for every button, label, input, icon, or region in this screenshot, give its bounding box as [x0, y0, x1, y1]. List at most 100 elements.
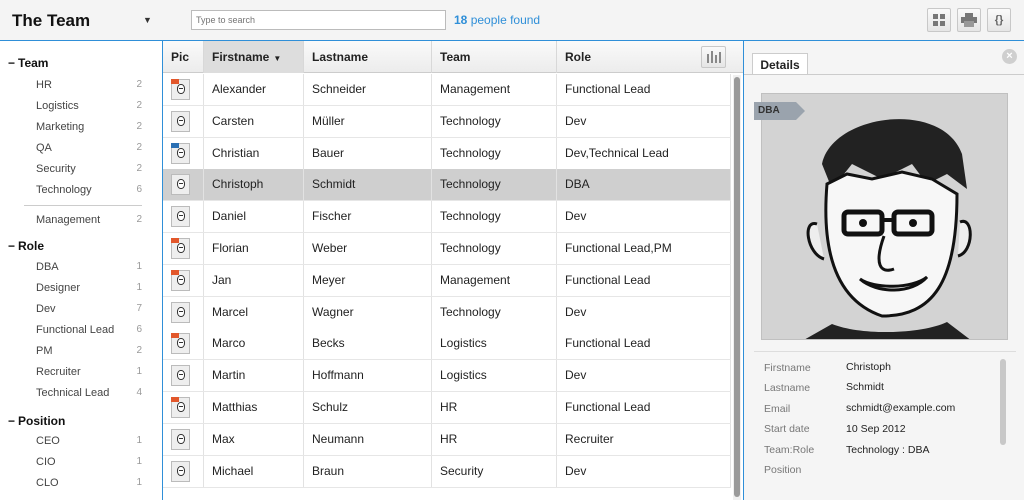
sidebar-item-qa[interactable]: QA 2: [36, 142, 146, 154]
cell-pic: [163, 392, 204, 423]
cell-team: Management: [432, 74, 557, 105]
details-scrollbar[interactable]: [1000, 359, 1006, 445]
table-row[interactable]: Christian Bauer Technology Dev,Technical Le…: [163, 137, 731, 170]
sidebar-item-marketing[interactable]: Marketing 2: [36, 121, 146, 133]
cell-firstname: Matthias: [204, 392, 304, 423]
sidebar-divider: [24, 205, 142, 206]
table-row[interactable]: Max Neumann HR Recruiter: [163, 423, 731, 456]
details-divider: [754, 351, 1016, 352]
table-row[interactable]: Daniel Fischer Technology Dev: [163, 201, 731, 234]
details-tab-divider: [744, 74, 1024, 75]
results-count: 18 people found: [454, 13, 540, 27]
table-row[interactable]: Michael Braun Security Dev: [163, 455, 731, 488]
cell-team: Technology: [432, 233, 557, 264]
cell-role: Dev: [557, 105, 731, 137]
table-row[interactable]: Carsten Müller Technology Dev: [163, 105, 731, 138]
table-row[interactable]: Florian Weber Technology Functional Lead,PM: [163, 233, 731, 265]
sidebar-item-clo[interactable]: CLO 1: [36, 477, 146, 489]
cell-role: Recruiter: [557, 423, 731, 455]
table-row[interactable]: Matthias Schulz HR Functional Lead: [163, 392, 731, 424]
details-panel: Details × DBA Firstname Christoph Lastna…: [743, 41, 1024, 500]
sidebar-item-security[interactable]: Security 2: [36, 163, 146, 175]
sidebar-item-management[interactable]: Management 2: [36, 214, 146, 226]
field-value-team-role: Technology : DBA: [846, 444, 930, 456]
close-icon[interactable]: ×: [1002, 49, 1017, 64]
sidebar-item-functional-lead[interactable]: Functional Lead 6: [36, 324, 146, 336]
cell-role: Functional Lead: [557, 74, 731, 105]
table-scrollbar-thumb[interactable]: [734, 77, 740, 497]
sidebar-section-position[interactable]: − Position: [8, 414, 65, 428]
sidebar-item-technology[interactable]: Technology 6: [36, 184, 146, 196]
table-row[interactable]: Christoph Schmidt Technology DBA: [163, 169, 731, 202]
column-header-lastname[interactable]: Lastname: [304, 41, 432, 73]
cell-lastname: Hoffmann: [304, 360, 432, 392]
cell-lastname: Müller: [304, 105, 432, 137]
cell-role: Dev: [557, 455, 731, 487]
sidebar-item-cio[interactable]: CIO 1: [36, 456, 146, 468]
avatar: [171, 142, 190, 164]
avatar: [171, 269, 190, 291]
search-input[interactable]: [191, 10, 446, 30]
cell-firstname: Marco: [204, 328, 304, 360]
flag-marker-icon: [171, 142, 179, 148]
face-icon: [177, 370, 185, 381]
bar-chart-icon: [707, 51, 721, 63]
flag-marker-icon: [171, 79, 179, 84]
flag-marker-icon: [171, 269, 179, 275]
field-value-email[interactable]: schmidt@example.com: [846, 402, 955, 414]
table-row[interactable]: Marco Becks Logistics Functional Lead: [163, 328, 731, 361]
sidebar-item-dev[interactable]: Dev 7: [36, 303, 146, 315]
table-scrollbar[interactable]: [733, 75, 741, 500]
face-icon: [177, 465, 185, 476]
tab-details[interactable]: Details: [752, 53, 808, 75]
results-count-label: people found: [470, 13, 541, 27]
cell-firstname: Christian: [204, 137, 304, 169]
cell-lastname: Schulz: [304, 392, 432, 423]
cell-role: Dev: [557, 201, 731, 233]
avatar: [171, 301, 190, 323]
field-label-position: Position: [764, 464, 802, 476]
face-icon: [177, 84, 185, 94]
cell-firstname: Carsten: [204, 105, 304, 137]
grid-view-button[interactable]: [927, 8, 951, 32]
sidebar-item-designer[interactable]: Designer 1: [36, 282, 146, 294]
sidebar-section-team[interactable]: − Team: [8, 56, 48, 70]
print-button[interactable]: [957, 8, 981, 32]
cell-pic: [163, 74, 204, 105]
sidebar-item-recruiter[interactable]: Recruiter 1: [36, 366, 146, 378]
cell-role: DBA: [557, 169, 731, 201]
people-table: Pic Firstname ▼ Lastname Team Role Alexan…: [163, 41, 743, 500]
column-header-firstname[interactable]: Firstname ▼: [204, 41, 304, 73]
cell-pic: [163, 328, 204, 360]
cell-pic: [163, 169, 204, 201]
cell-pic: [163, 423, 204, 455]
table-row[interactable]: Jan Meyer Management Functional Lead: [163, 264, 731, 297]
sidebar-section-role[interactable]: − Role: [8, 239, 44, 253]
sidebar-item-technical-lead[interactable]: Technical Lead 4: [36, 387, 146, 399]
sidebar-item-pm[interactable]: PM 2: [36, 345, 146, 357]
portrait-illustration: [762, 94, 1007, 339]
sidebar-item-ceo[interactable]: CEO 1: [36, 435, 146, 447]
cell-pic: [163, 201, 204, 233]
chart-button[interactable]: [701, 46, 726, 68]
sidebar-item-logistics[interactable]: Logistics 2: [36, 100, 146, 112]
table-row[interactable]: Alexander Schneider Management Functional L…: [163, 74, 731, 106]
sidebar-item-hr[interactable]: HR 2: [36, 79, 146, 91]
chevron-down-icon[interactable]: ▼: [143, 15, 152, 25]
table-row[interactable]: Marcel Wagner Technology Dev: [163, 296, 731, 329]
field-label-team-role: Team:Role: [764, 444, 815, 456]
cell-firstname: Florian: [204, 233, 304, 264]
cell-team: Logistics: [432, 328, 557, 360]
app-title[interactable]: The Team: [12, 11, 90, 31]
column-header-team[interactable]: Team: [432, 41, 557, 73]
sidebar-item-dba[interactable]: DBA 1: [36, 261, 146, 273]
table-row[interactable]: Martin Hoffmann Logistics Dev: [163, 360, 731, 393]
avatar: [171, 397, 190, 418]
column-header-pic[interactable]: Pic: [163, 41, 204, 73]
cell-team: HR: [432, 423, 557, 455]
flag-marker-icon: [171, 397, 179, 402]
cell-role: Functional Lead: [557, 264, 731, 296]
face-icon: [177, 115, 185, 126]
json-view-button[interactable]: {}: [987, 8, 1011, 32]
avatar: [171, 365, 190, 387]
